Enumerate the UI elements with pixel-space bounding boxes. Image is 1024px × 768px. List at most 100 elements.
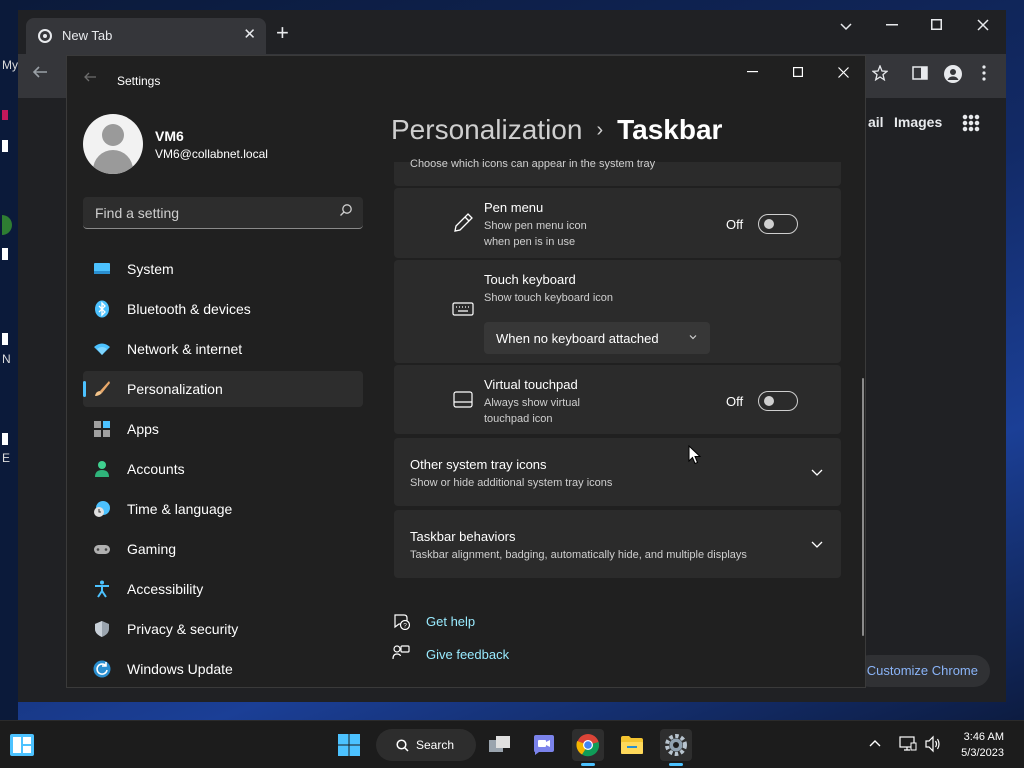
tab-search-chevron-icon[interactable] — [840, 20, 852, 32]
bookmark-star-icon[interactable] — [872, 65, 888, 81]
nav-item-accessibility[interactable]: Accessibility — [83, 571, 363, 607]
give-feedback-link[interactable]: Give feedback — [426, 647, 509, 662]
paintbrush-icon — [95, 381, 110, 396]
nav-item-personalization[interactable]: Personalization — [83, 371, 363, 407]
task-view-icon — [489, 736, 510, 752]
settings-back-icon[interactable] — [83, 70, 97, 84]
chrome-menu-icon[interactable] — [981, 65, 987, 81]
taskbar-behaviors-title: Taskbar behaviors — [410, 529, 516, 544]
search-icon[interactable] — [339, 203, 353, 217]
desktop-icon-fragment — [2, 433, 8, 445]
svg-text:?: ? — [403, 623, 407, 630]
nav-item-bluetooth-devices[interactable]: Bluetooth & devices — [83, 291, 363, 327]
settings-minimize-icon[interactable] — [747, 71, 758, 73]
system-tray-header-card: Choose which icons can appear in the sys… — [394, 158, 841, 186]
desktop-icon-fragment — [2, 248, 8, 260]
chrome-taskbar-button[interactable] — [572, 729, 604, 766]
volume-icon[interactable] — [924, 735, 942, 753]
nav-item-label: Accounts — [127, 461, 185, 477]
person-icon — [95, 461, 109, 477]
nav-item-label: Time & language — [127, 501, 233, 517]
virtual-touchpad-toggle[interactable] — [758, 391, 798, 411]
wifi-icon — [94, 343, 110, 355]
other-system-tray-icons-expander[interactable]: Other system tray icons Show or hide add… — [394, 438, 841, 506]
side-panel-icon[interactable] — [912, 65, 928, 81]
running-indicator — [669, 763, 683, 766]
show-hidden-icons-chevron-icon[interactable] — [869, 739, 881, 747]
nav-item-windows-update[interactable]: Windows Update — [83, 651, 363, 687]
system-clock[interactable]: 3:46 AM 5/3/2023 — [961, 729, 1004, 761]
user-avatar[interactable] — [83, 114, 143, 174]
find-setting-input[interactable] — [93, 204, 327, 222]
toggle-knob — [764, 396, 774, 406]
settings-gear-icon — [665, 734, 687, 756]
other-tray-desc: Show or hide additional system tray icon… — [410, 477, 613, 489]
chrome-close-icon[interactable] — [977, 19, 989, 31]
bluetooth-icon — [95, 300, 109, 318]
nav-item-label: Accessibility — [127, 581, 204, 597]
active-indicator — [83, 381, 86, 397]
taskbar-behaviors-expander[interactable]: Taskbar behaviors Taskbar alignment, bad… — [394, 510, 841, 578]
start-button[interactable] — [333, 729, 365, 761]
new-tab-button[interactable]: + — [276, 22, 289, 44]
images-link[interactable]: Images — [894, 114, 942, 130]
chrome-tab-new-tab[interactable]: New Tab ✕ — [26, 18, 266, 54]
get-help-link[interactable]: Get help — [426, 614, 475, 629]
nav-item-accounts[interactable]: Accounts — [83, 451, 363, 487]
file-explorer-button[interactable] — [616, 729, 648, 761]
chrome-minimize-icon[interactable] — [886, 24, 898, 26]
google-apps-icon[interactable] — [962, 114, 980, 132]
nav-item-label: Personalization — [127, 381, 223, 397]
pen-menu-desc-1: Show pen menu icon — [484, 220, 587, 232]
taskbar-behaviors-desc: Taskbar alignment, badging, automaticall… — [410, 549, 747, 561]
nav-item-network-internet[interactable]: Network & internet — [83, 331, 363, 367]
nav-item-gaming[interactable]: Gaming — [83, 531, 363, 567]
gamepad-icon — [94, 545, 110, 554]
chevron-down-icon[interactable] — [810, 465, 824, 479]
network-monitor-icon[interactable] — [899, 735, 917, 753]
search-icon — [396, 739, 409, 752]
settings-search-box[interactable] — [83, 197, 363, 229]
chrome-back-icon[interactable] — [32, 64, 48, 80]
customize-chrome-button[interactable]: Customize Chrome — [854, 655, 990, 687]
chevron-down-icon[interactable] — [810, 537, 824, 551]
virtual-touchpad-desc-1: Always show virtual — [484, 397, 580, 409]
pen-menu-row: Pen menu Show pen menu icon when pen is … — [394, 188, 841, 258]
widgets-icon[interactable] — [10, 734, 34, 756]
settings-taskbar-button[interactable] — [660, 729, 692, 766]
pen-menu-title: Pen menu — [484, 200, 544, 215]
settings-window: Settings VM6 VM6@collabnet.local System … — [66, 55, 866, 688]
settings-close-icon[interactable] — [838, 67, 849, 78]
breadcrumb-parent[interactable]: Personalization — [391, 114, 582, 145]
touch-keyboard-dropdown[interactable]: When no keyboard attached — [484, 322, 710, 354]
desktop-fragment-text: E — [2, 451, 11, 465]
teams-chat-button[interactable] — [528, 729, 560, 761]
toggle-knob — [764, 219, 774, 229]
taskbar-search-label: Search — [416, 738, 455, 752]
user-email: VM6@collabnet.local — [155, 147, 268, 161]
taskbar-search-button[interactable]: Search — [376, 729, 476, 761]
content-scrollbar[interactable] — [862, 378, 864, 636]
task-view-button[interactable] — [484, 729, 516, 761]
nav-item-label: Windows Update — [127, 661, 233, 677]
folder-icon — [621, 736, 643, 754]
desktop-icon-fragment — [2, 110, 8, 120]
pen-menu-toggle[interactable] — [758, 214, 798, 234]
settings-maximize-icon[interactable] — [793, 67, 803, 77]
nav-item-time-language[interactable]: Time & language — [83, 491, 363, 527]
chrome-maximize-icon[interactable] — [931, 19, 942, 30]
chrome-icon — [576, 734, 600, 757]
nav-item-apps[interactable]: Apps — [83, 411, 363, 447]
windows-logo-icon — [338, 734, 360, 756]
touch-keyboard-desc: Show touch keyboard icon — [484, 292, 614, 304]
accessibility-icon — [95, 580, 109, 598]
gmail-link[interactable]: ail — [868, 114, 884, 130]
touch-keyboard-title: Touch keyboard — [484, 272, 576, 287]
tab-close-icon[interactable]: ✕ — [243, 25, 256, 43]
profile-icon[interactable] — [944, 65, 962, 83]
desktop-icon-fragment — [2, 140, 8, 152]
touchpad-icon — [453, 391, 473, 408]
nav-item-system[interactable]: System — [83, 251, 363, 287]
tab-title: New Tab — [62, 28, 113, 43]
nav-item-privacy-security[interactable]: Privacy & security — [83, 611, 363, 647]
